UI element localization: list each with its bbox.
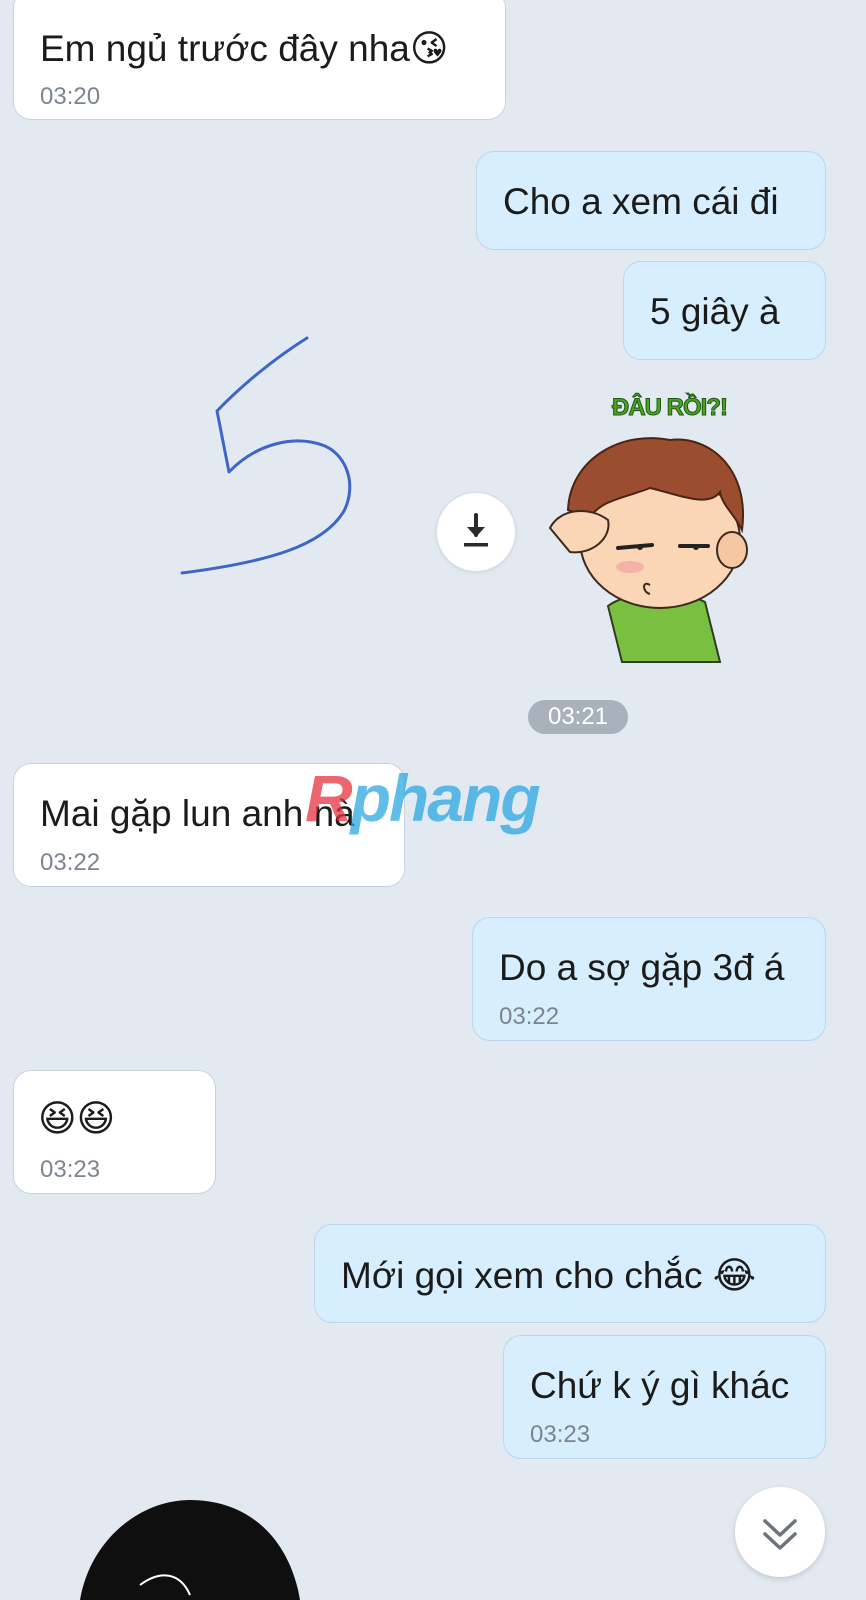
- message-time: 03:23: [530, 1421, 591, 1448]
- message-bubble-incoming[interactable]: Em ngủ trước đây nha😘 03:20: [13, 0, 506, 120]
- sticker-time: 03:21: [528, 700, 628, 734]
- message-text: Cho a xem cái đi: [503, 181, 779, 222]
- message-text: 5 giây à: [650, 291, 780, 332]
- message-bubble-outgoing[interactable]: Do a sợ gặp 3đ á 03:22: [472, 917, 826, 1041]
- scroll-to-bottom-button[interactable]: [735, 1487, 825, 1577]
- message-text: Chứ k ý gì khác: [530, 1365, 790, 1406]
- message-time: 03:23: [40, 1156, 101, 1183]
- message-bubble-outgoing[interactable]: Cho a xem cái đi: [476, 151, 826, 250]
- download-button[interactable]: [436, 492, 516, 572]
- message-time: 03:22: [499, 1003, 560, 1030]
- sticker-message[interactable]: ĐÂU RỒI?!: [530, 380, 760, 680]
- message-text: Mới gọi xem cho chắc 😂: [341, 1254, 757, 1297]
- message-text: Em ngủ trước đây nha😘: [40, 27, 449, 70]
- tears-of-joy-emoji: 😂: [712, 1254, 757, 1297]
- download-icon: [464, 513, 488, 547]
- message-time: 03:20: [40, 83, 101, 110]
- laughing-emoji: 😆😆: [38, 1097, 116, 1140]
- message-time: 03:22: [40, 849, 101, 876]
- message-bubble-outgoing[interactable]: Mới gọi xem cho chắc 😂: [314, 1224, 826, 1323]
- partial-sticker-image: [80, 1500, 300, 1600]
- handwritten-drawing: [180, 336, 352, 575]
- watermark-logo: Rphang: [305, 761, 541, 835]
- double-chevron-down-icon: [763, 1519, 797, 1550]
- message-bubble-incoming[interactable]: 😆😆 03:23: [13, 1070, 216, 1194]
- message-bubble-outgoing[interactable]: Chứ k ý gì khác 03:23: [503, 1335, 826, 1459]
- message-bubble-outgoing[interactable]: 5 giây à: [623, 261, 826, 360]
- message-text: Do a sợ gặp 3đ á: [499, 947, 785, 988]
- sticker-image: [548, 437, 748, 663]
- kiss-emoji: 😘: [409, 27, 449, 70]
